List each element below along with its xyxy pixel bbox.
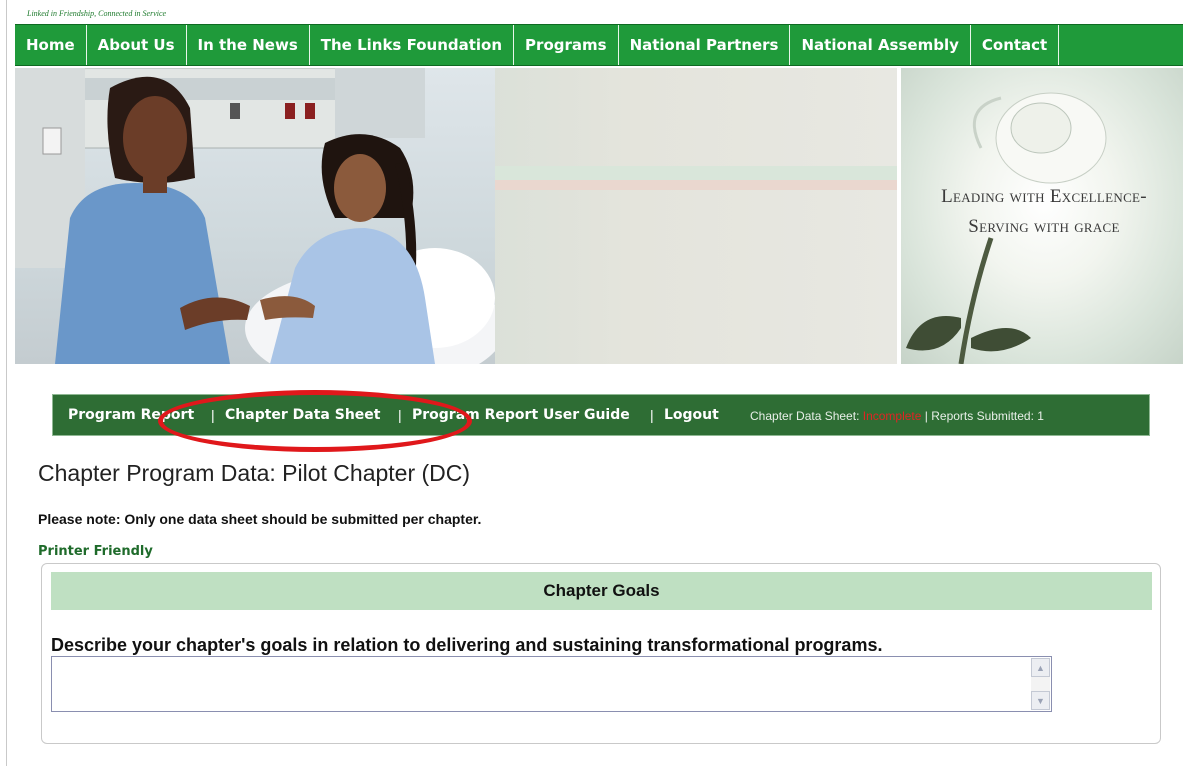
user-guide-link[interactable]: Program Report User Guide [412,407,630,423]
banner-slogan-line2: Serving with grace [968,216,1120,237]
banner-rose-panel: Leading with Excellence- Serving with gr… [897,68,1183,364]
nav-home[interactable]: Home [15,25,87,65]
program-report-link[interactable]: Program Report [68,407,194,423]
separator: | [398,407,402,423]
scroll-down-icon[interactable]: ▼ [1031,691,1050,710]
status-text: Chapter Data Sheet: Incomplete | Reports… [750,409,1044,423]
separator: | [650,407,654,423]
goals-question-label: Describe your chapter's goals in relatio… [51,635,883,655]
nav-in-the-news[interactable]: In the News [187,25,310,65]
banner-stripe [435,180,905,190]
nav-links-foundation[interactable]: The Links Foundation [310,25,515,65]
nav-contact[interactable]: Contact [971,25,1060,65]
separator: | [211,407,215,423]
chapter-data-sheet-link[interactable]: Chapter Data Sheet [225,407,381,423]
page-title: Chapter Program Data: Pilot Chapter (DC) [38,460,471,486]
printer-friendly-link[interactable]: Printer Friendly [38,544,153,559]
site-tagline: Linked in Friendship, Connected in Servi… [27,9,167,18]
goals-textarea[interactable]: ▲ ▼ [51,656,1052,712]
status-badge: Incomplete [862,409,922,423]
nav-national-partners[interactable]: National Partners [619,25,791,65]
main-navigation: Home About Us In the News The Links Foun… [15,24,1183,66]
textarea-scrollbar[interactable]: ▲ ▼ [1031,658,1050,710]
chapter-goals-section: Chapter Goals Describe your chapter's go… [41,563,1161,744]
banner-slogan-line1: Leading with Excellence- [941,186,1147,207]
logout-link[interactable]: Logout [664,407,719,423]
nav-about-us[interactable]: About Us [87,25,187,65]
status-label: Chapter Data Sheet: [750,409,863,423]
nav-national-assembly[interactable]: National Assembly [790,25,971,65]
reports-submitted: | Reports Submitted: 1 [921,409,1044,423]
left-border-rule [6,0,7,766]
nav-programs[interactable]: Programs [514,25,619,65]
nurse-child-illustration [15,68,495,364]
banner-stripe [435,166,905,180]
banner-background [445,68,905,364]
scroll-up-icon[interactable]: ▲ [1031,658,1050,677]
program-report-toolbar: Program Report | Chapter Data Sheet | Pr… [52,394,1150,436]
banner-photo-nurse-and-child [15,68,495,364]
header-banner: Leading with Excellence- Serving with gr… [15,68,1183,364]
section-header: Chapter Goals [51,572,1152,610]
submission-note: Please note: Only one data sheet should … [38,511,482,527]
